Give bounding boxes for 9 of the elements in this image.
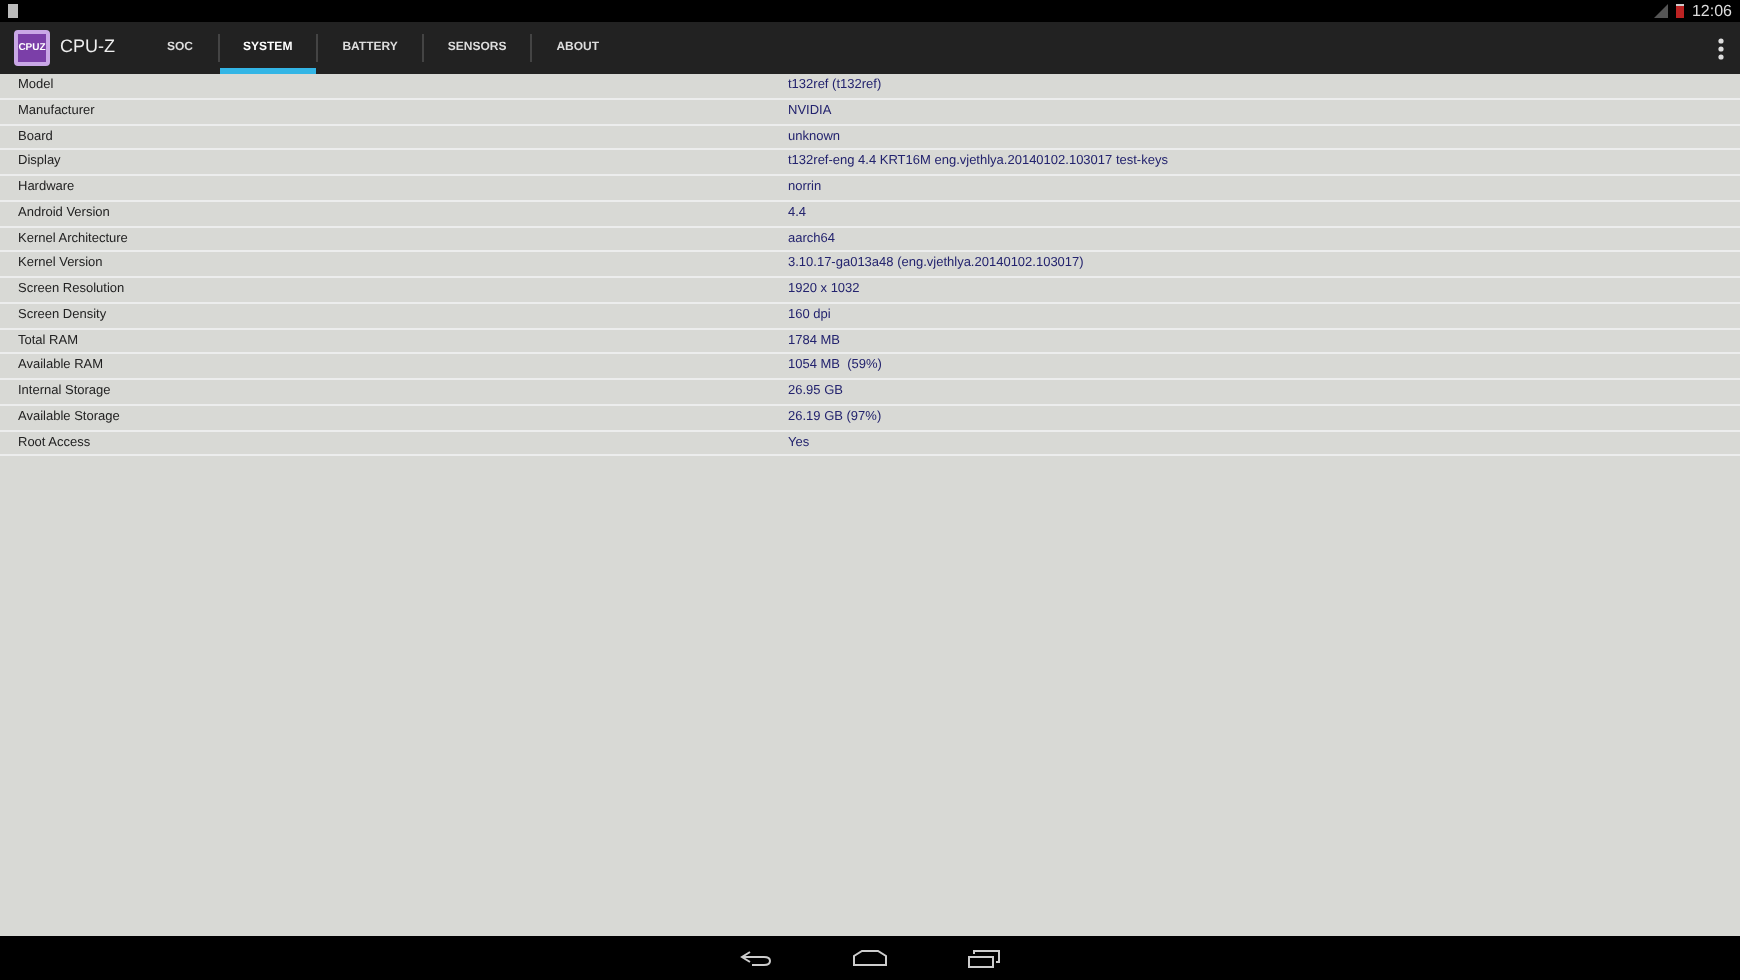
back-icon[interactable] [740,950,772,966]
battery-icon [1675,4,1684,18]
home-icon[interactable] [852,950,888,966]
app-title: CPU-Z [60,34,115,61]
signal-icon [1653,4,1668,18]
clock: 12:06 [1691,0,1732,22]
overflow-menu-icon[interactable] [1718,37,1724,59]
notification-icon [8,4,18,18]
recent-apps-icon[interactable] [968,949,1000,967]
